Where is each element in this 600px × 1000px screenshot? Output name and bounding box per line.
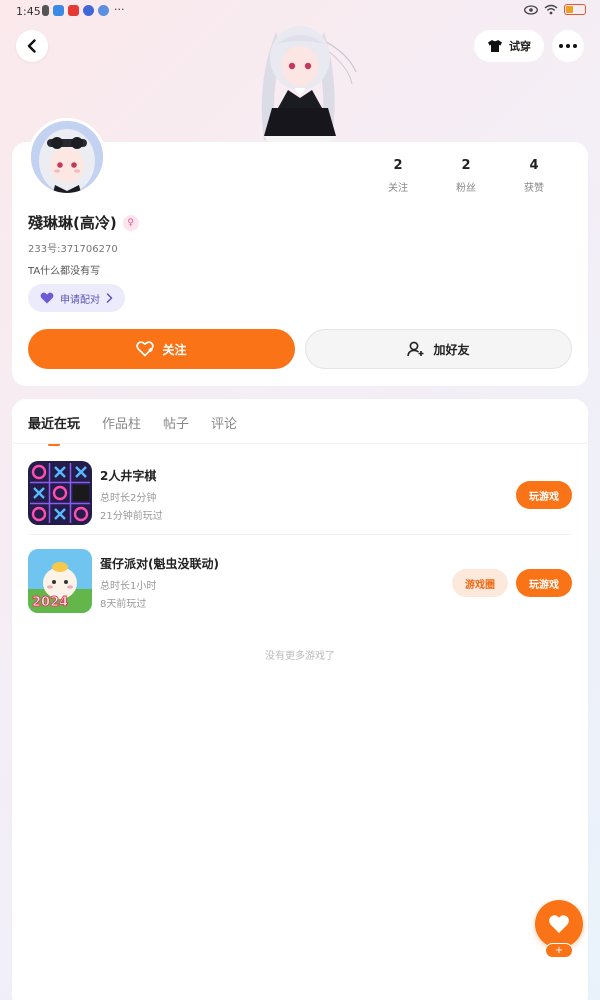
game-name: 蛋仔派对(魁虫没联动) <box>100 557 219 571</box>
app-blue-icon <box>83 5 94 16</box>
profile-stats: 2 关注 2 粉丝 4 获赞 <box>364 158 568 194</box>
stat-following-value: 2 <box>393 158 403 173</box>
add-friend-label: 加好友 <box>433 342 470 357</box>
game-playtime: 总时长2分钟 <box>100 493 157 504</box>
heart-icon <box>549 915 569 933</box>
play-game-button[interactable]: 玩游戏 <box>516 569 572 597</box>
follow-button[interactable]: 关注 <box>28 329 295 369</box>
app-blue2-icon <box>98 5 109 16</box>
app-red-icon <box>68 5 79 16</box>
stat-followers-label: 粉丝 <box>456 183 476 194</box>
status-right <box>524 4 586 15</box>
username: 殘琳琳(高冷) <box>28 214 117 232</box>
stat-following[interactable]: 2 关注 <box>364 158 432 194</box>
more-icon <box>559 44 577 48</box>
avatar-image <box>31 121 103 193</box>
game-last-played: 21分钟前玩过 <box>100 511 163 522</box>
status-time: 1:45 <box>16 5 41 18</box>
tic-tac-toe-icon <box>28 461 92 525</box>
tab-recently-played[interactable]: 最近在玩 <box>28 413 80 446</box>
stat-likes-label: 获赞 <box>524 183 544 194</box>
cloud-icon <box>53 5 64 16</box>
eye-icon <box>524 4 538 15</box>
chevron-left-icon <box>27 39 36 53</box>
follow-label: 关注 <box>162 342 187 357</box>
chevron-right-icon <box>106 293 113 303</box>
back-button[interactable] <box>16 30 48 62</box>
games-card: 最近在玩 作品柱 帖子 评论 2人井字棋 总时长2分钟 21分钟前玩过 玩游戏 … <box>12 399 588 1000</box>
stat-followers[interactable]: 2 粉丝 <box>432 158 500 194</box>
stat-likes-value: 4 <box>529 158 539 173</box>
stat-likes[interactable]: 4 获赞 <box>500 158 568 194</box>
game-name: 2人井字棋 <box>100 469 157 483</box>
game-circle-button[interactable]: 游戏圈 <box>452 569 508 597</box>
try-on-button[interactable]: 试穿 <box>474 30 544 62</box>
female-icon: ♀ <box>122 214 139 231</box>
heart-icon <box>40 292 54 304</box>
sim-icon <box>42 5 49 16</box>
user-id: 233号:371706270 <box>28 244 118 255</box>
avatar-character-image <box>261 26 357 142</box>
stat-followers-value: 2 <box>461 158 471 173</box>
more-button[interactable] <box>552 30 584 62</box>
profile-tabs: 最近在玩 作品柱 帖子 评论 <box>28 413 237 446</box>
request-pair-button[interactable]: 申请配对 <box>28 284 125 312</box>
game-item[interactable]: 2024 蛋仔派对(魁虫没联动) 总时长1小时 8天前玩过 游戏圈 玩游戏 <box>12 535 588 623</box>
like-fab-button[interactable] <box>535 900 583 948</box>
shirt-icon <box>488 40 502 52</box>
play-game-button[interactable]: 玩游戏 <box>516 481 572 509</box>
wifi-icon <box>544 4 558 15</box>
add-friend-button[interactable]: 加好友 <box>305 329 572 369</box>
avatar[interactable] <box>28 118 106 196</box>
stat-following-label: 关注 <box>388 183 408 194</box>
request-pair-label: 申请配对 <box>60 294 100 306</box>
fab-badge: + <box>545 943 573 958</box>
game-thumbnail: 2024 <box>28 549 92 613</box>
game-thumbnail <box>28 461 92 525</box>
heart-plus-icon <box>136 341 155 357</box>
try-on-label: 试穿 <box>509 40 531 53</box>
username-row: 殘琳琳(高冷) ♀ <box>28 212 139 233</box>
game-item[interactable]: 2人井字棋 总时长2分钟 21分钟前玩过 玩游戏 <box>12 447 588 535</box>
status-more: ··· <box>114 3 125 16</box>
game-thumb-year: 2024 <box>31 595 69 611</box>
no-more-games-text: 没有更多游戏了 <box>265 651 335 662</box>
tabs-divider <box>12 443 588 444</box>
user-bio: TA什么都没有写 <box>28 266 101 277</box>
game-playtime: 总时长1小时 <box>100 581 157 592</box>
tab-posts[interactable]: 帖子 <box>163 413 189 446</box>
battery-icon <box>564 4 586 15</box>
add-user-icon <box>407 341 424 357</box>
tab-works[interactable]: 作品柱 <box>102 413 141 446</box>
game-last-played: 8天前玩过 <box>100 599 147 610</box>
status-bar: 1:45 ··· <box>0 0 600 24</box>
notification-icons <box>42 5 109 16</box>
tab-comments[interactable]: 评论 <box>211 413 237 446</box>
